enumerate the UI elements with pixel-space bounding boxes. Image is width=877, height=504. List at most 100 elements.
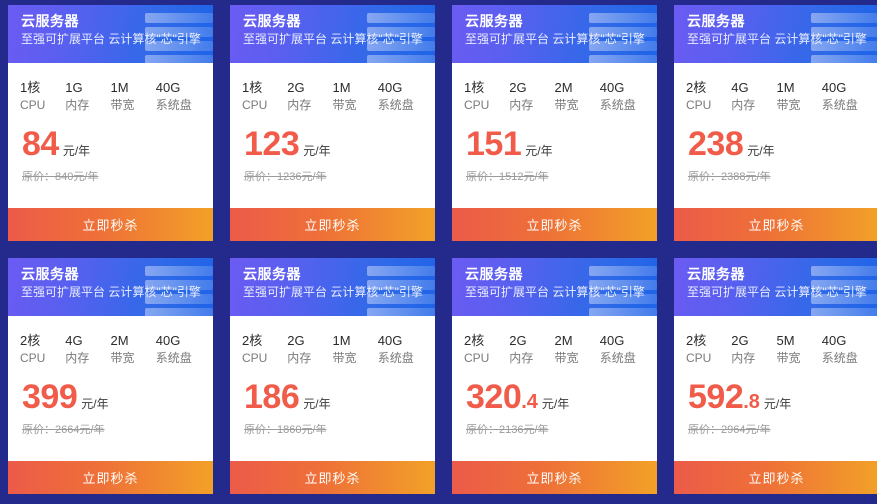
price-unit: 元/年	[747, 144, 775, 158]
spec-value: 2核	[20, 333, 41, 348]
price-row: 320 .4 元/年	[452, 367, 657, 415]
spec-label: 系统盘	[377, 98, 414, 112]
buy-now-button[interactable]: 立即秒杀	[674, 208, 877, 241]
spec-value: 2M	[554, 333, 573, 348]
buy-now-button[interactable]: 立即秒杀	[674, 461, 877, 494]
card-subtitle: 至强可扩展平台 云计算核"芯"引擎	[243, 285, 423, 299]
original-price: 原价：840元/年	[22, 171, 99, 183]
card-header: 云服务器 至强可扩展平台 云计算核"芯"引擎	[8, 5, 213, 63]
spec-label: 内存	[731, 351, 756, 365]
spec-value: 1核	[242, 80, 263, 95]
product-card[interactable]: 云服务器 至强可扩展平台 云计算核"芯"引擎 2核 CPU 2G 内存 1M 带…	[230, 258, 435, 494]
price-row: 238 元/年	[674, 114, 877, 162]
spec-label: 系统盘	[821, 351, 858, 365]
price-unit: 元/年	[62, 144, 91, 158]
card-header: 云服务器 至强可扩展平台 云计算核"芯"引擎	[674, 258, 877, 316]
product-card[interactable]: 云服务器 至强可扩展平台 云计算核"芯"引擎 2核 CPU 4G 内存 2M 带…	[8, 258, 213, 494]
spec-item: 1G 内存	[65, 79, 110, 114]
spec-value: 40G	[821, 80, 847, 95]
card-subtitle: 至强可扩展平台 云计算核"芯"引擎	[243, 32, 423, 46]
spec-value: 40G	[599, 333, 625, 348]
spec-item: 2核 CPU	[686, 332, 731, 367]
card-subtitle: 至强可扩展平台 云计算核"芯"引擎	[687, 285, 867, 299]
price-unit: 元/年	[541, 397, 570, 411]
price-row: 123 元/年	[230, 114, 435, 162]
spec-label: 带宽	[776, 351, 801, 365]
spec-list: 1核 CPU 2G 内存 2M 带宽 40G 系统盘	[452, 63, 657, 114]
price-row: 186 元/年	[230, 367, 435, 415]
card-header: 云服务器 至强可扩展平台 云计算核"芯"引擎	[230, 5, 435, 63]
spec-value: 2G	[509, 333, 527, 348]
product-card[interactable]: 云服务器 至强可扩展平台 云计算核"芯"引擎 1核 CPU 1G 内存 1M 带…	[8, 5, 213, 241]
product-card-grid: 云服务器 至强可扩展平台 云计算核"芯"引擎 1核 CPU 1G 内存 1M 带…	[0, 0, 877, 494]
spec-item: 1M 带宽	[777, 79, 822, 114]
spec-label: CPU	[686, 351, 712, 365]
price-decimal: .8	[743, 391, 760, 413]
spec-label: 内存	[65, 98, 90, 112]
price-integer: 238	[688, 125, 744, 163]
spec-value: 5M	[776, 333, 795, 348]
buy-now-button[interactable]: 立即秒杀	[8, 461, 213, 494]
spec-value: 4G	[731, 80, 749, 95]
price-unit: 元/年	[525, 144, 553, 158]
card-subtitle: 至强可扩展平台 云计算核"芯"引擎	[465, 32, 645, 46]
spec-value: 40G	[377, 80, 403, 95]
card-title: 云服务器	[243, 13, 301, 29]
buy-now-button[interactable]: 立即秒杀	[452, 208, 657, 241]
spec-item: 2核 CPU	[464, 332, 509, 367]
spec-list: 2核 CPU 4G 内存 1M 带宽 40G 系统盘	[674, 63, 877, 114]
buy-now-button[interactable]: 立即秒杀	[8, 208, 213, 241]
price-integer: 123	[244, 125, 300, 163]
spec-label: CPU	[242, 98, 268, 112]
product-card[interactable]: 云服务器 至强可扩展平台 云计算核"芯"引擎 2核 CPU 2G 内存 2M 带…	[452, 258, 657, 494]
spec-value: 2核	[464, 333, 485, 348]
spec-value: 2G	[287, 333, 305, 348]
price-integer: 399	[22, 378, 78, 416]
spec-value: 1M	[332, 80, 351, 95]
buy-now-button[interactable]: 立即秒杀	[452, 461, 657, 494]
spec-item: 40G 系统盘	[156, 332, 201, 367]
spec-label: 带宽	[554, 351, 579, 365]
buy-now-button[interactable]: 立即秒杀	[230, 461, 435, 494]
spec-item: 40G 系统盘	[822, 79, 867, 114]
spec-value: 1M	[332, 333, 351, 348]
price-unit: 元/年	[303, 144, 331, 158]
spec-value: 4G	[65, 333, 83, 348]
spec-value: 2G	[509, 80, 527, 95]
spec-item: 5M 带宽	[777, 332, 822, 367]
price-unit: 元/年	[763, 397, 792, 411]
card-title: 云服务器	[465, 266, 523, 282]
buy-now-button[interactable]: 立即秒杀	[230, 208, 435, 241]
spec-value: 2核	[686, 333, 707, 348]
spec-item: 2G 内存	[287, 79, 332, 114]
original-price: 原价：1860元/年	[244, 424, 327, 436]
original-price: 原价：2388元/年	[688, 171, 771, 183]
spec-value: 2M	[110, 333, 129, 348]
price-integer: 151	[466, 125, 522, 163]
spec-label: 系统盘	[155, 351, 192, 365]
spec-item: 1核 CPU	[20, 79, 65, 114]
product-card[interactable]: 云服务器 至强可扩展平台 云计算核"芯"引擎 2核 CPU 2G 内存 5M 带…	[674, 258, 877, 494]
spec-label: 系统盘	[599, 98, 636, 112]
spec-value: 1M	[776, 80, 795, 95]
spec-list: 2核 CPU 2G 内存 5M 带宽 40G 系统盘	[674, 316, 877, 367]
spec-value: 2核	[686, 80, 707, 95]
card-title: 云服务器	[687, 266, 745, 282]
spec-item: 2核 CPU	[242, 332, 287, 367]
original-price: 原价：2964元/年	[688, 424, 771, 436]
spec-label: 系统盘	[599, 351, 636, 365]
spec-item: 4G 内存	[65, 332, 110, 367]
spec-label: CPU	[686, 98, 712, 112]
price-row: 84 元/年	[8, 114, 213, 162]
card-subtitle: 至强可扩展平台 云计算核"芯"引擎	[21, 285, 201, 299]
spec-item: 1核 CPU	[464, 79, 509, 114]
product-card[interactable]: 云服务器 至强可扩展平台 云计算核"芯"引擎 1核 CPU 2G 内存 2M 带…	[452, 5, 657, 241]
spec-list: 2核 CPU 2G 内存 1M 带宽 40G 系统盘	[230, 316, 435, 367]
price-row: 399 元/年	[8, 367, 213, 415]
spec-value: 1核	[20, 80, 41, 95]
price-integer: 186	[244, 378, 300, 416]
spec-value: 40G	[155, 333, 181, 348]
spec-item: 4G 内存	[731, 79, 776, 114]
product-card[interactable]: 云服务器 至强可扩展平台 云计算核"芯"引擎 2核 CPU 4G 内存 1M 带…	[674, 5, 877, 241]
product-card[interactable]: 云服务器 至强可扩展平台 云计算核"芯"引擎 1核 CPU 2G 内存 1M 带…	[230, 5, 435, 241]
